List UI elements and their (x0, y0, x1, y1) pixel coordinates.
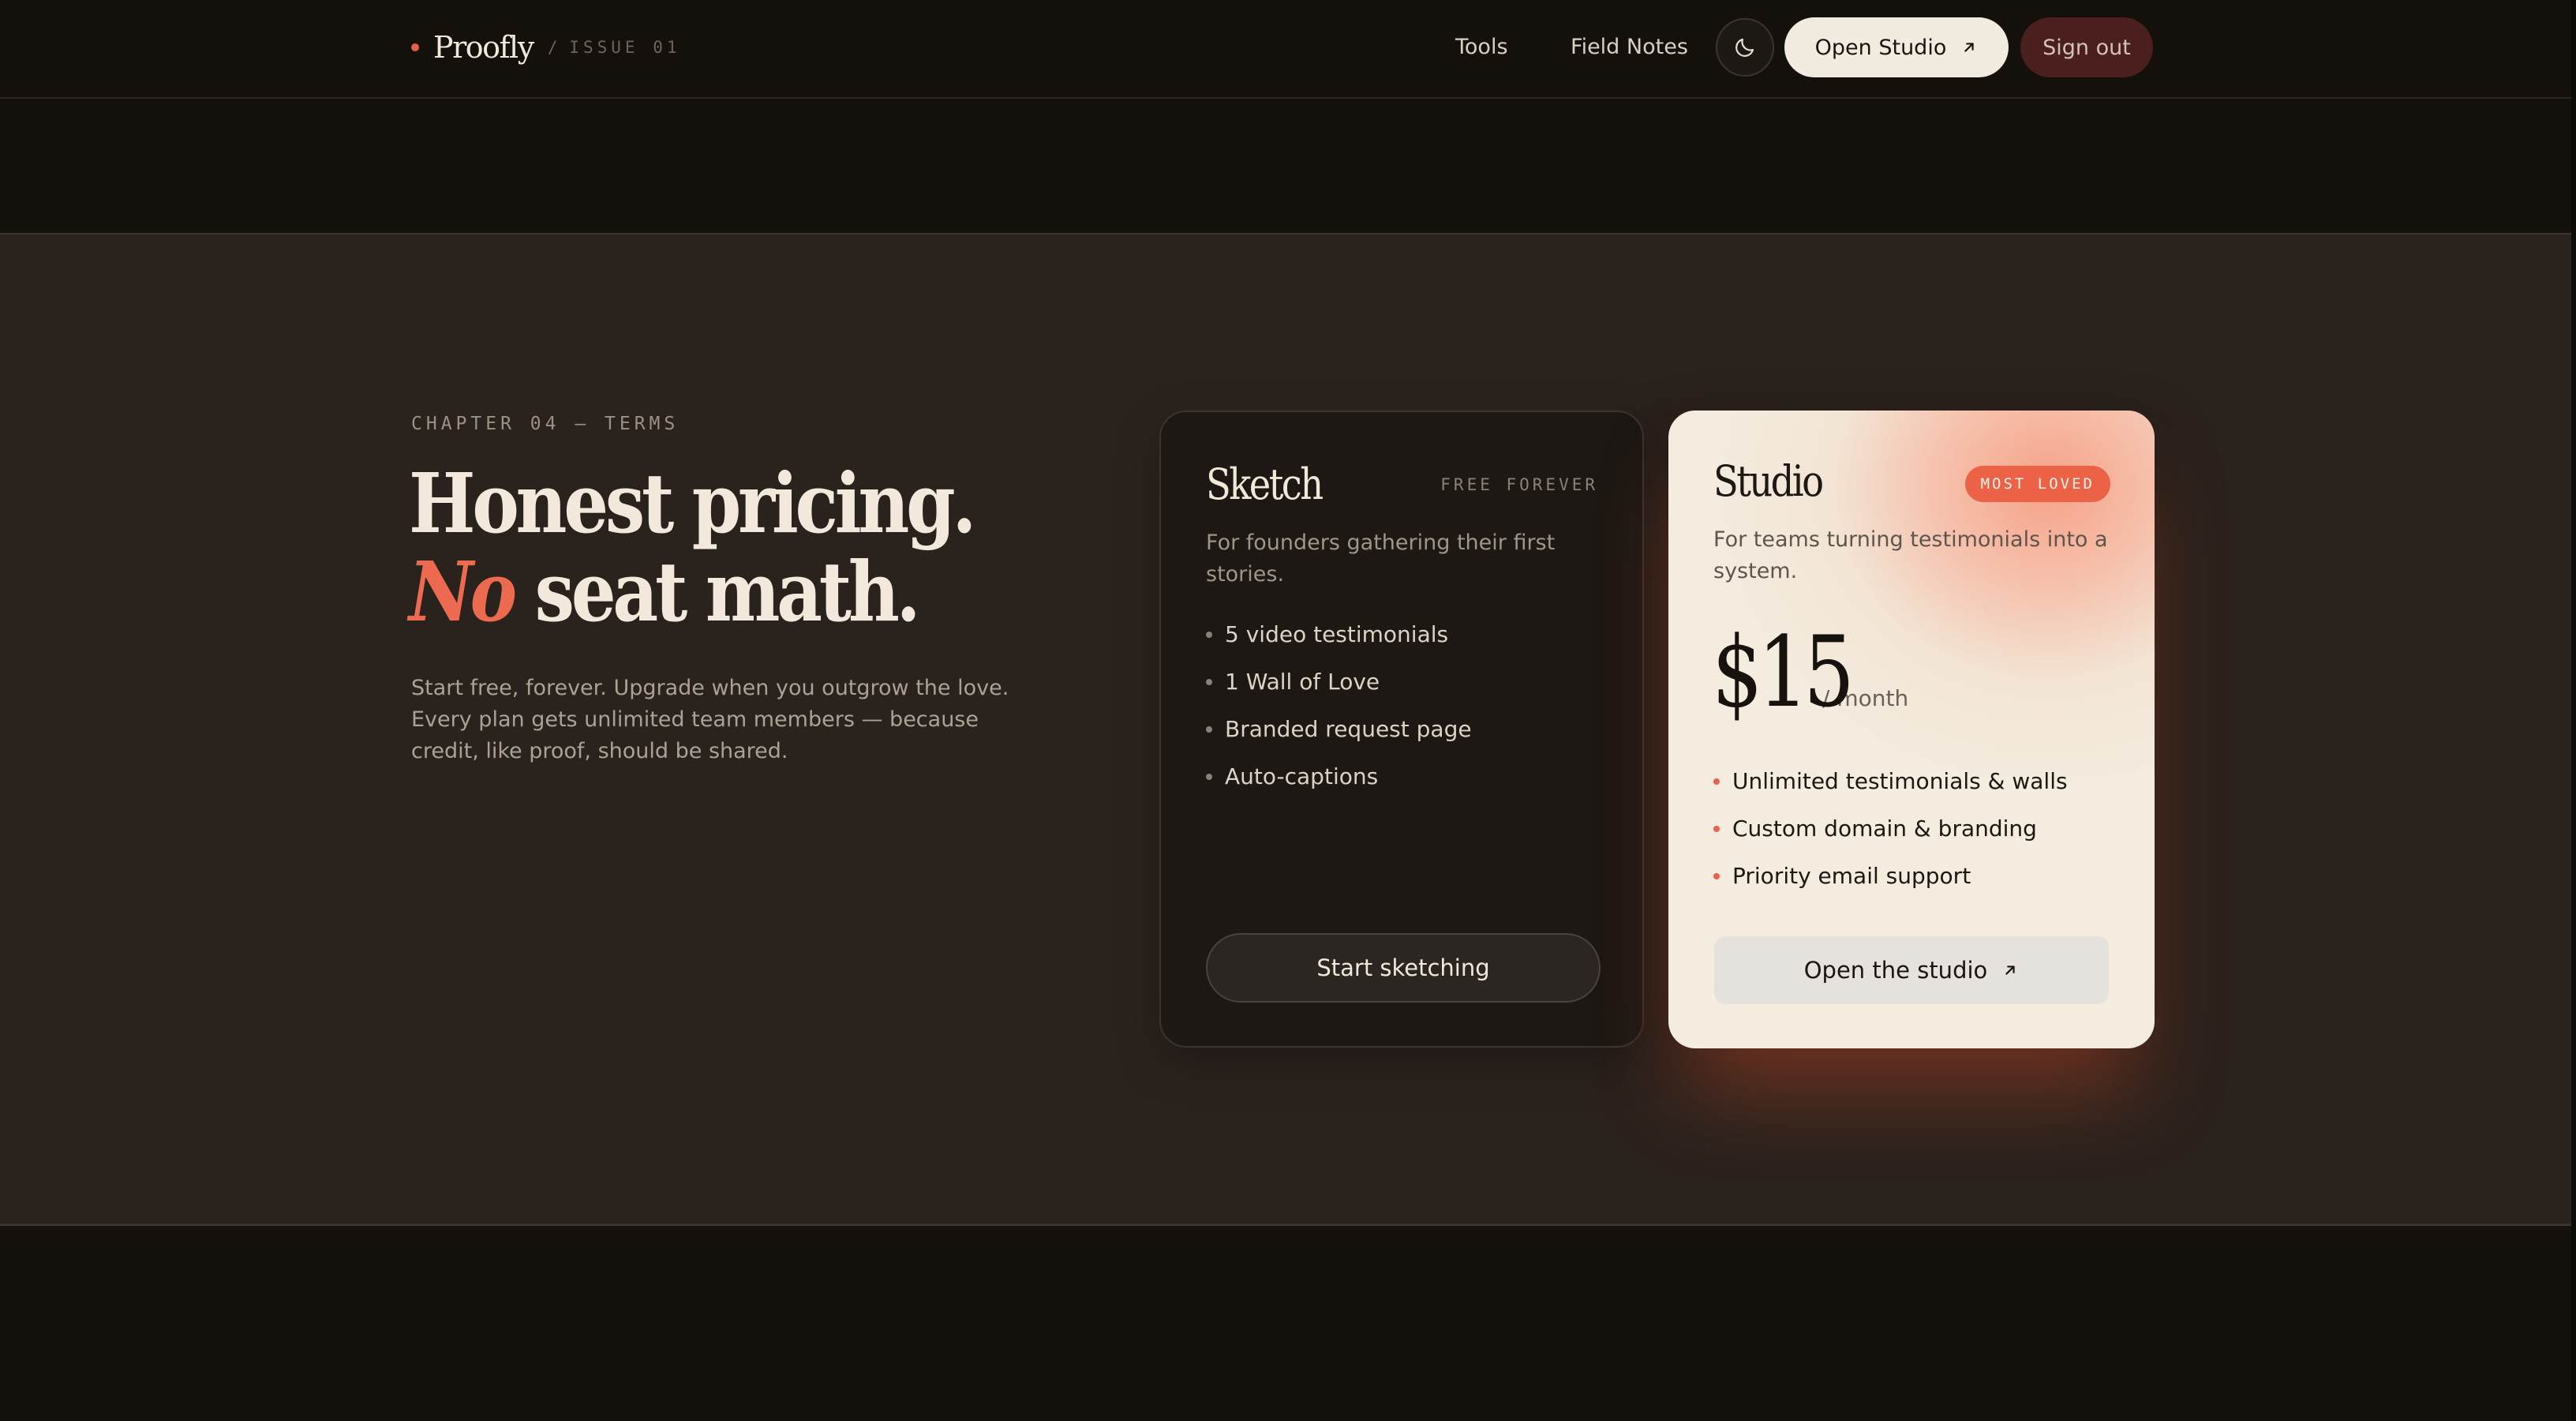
plan-card-studio: Studio MOST LOVED For teams turning test… (1668, 411, 2155, 1048)
plan-description: For teams turning testimonials into a sy… (1713, 527, 2108, 583)
start-sketching-button[interactable]: Start sketching (1206, 933, 1601, 1003)
arrow-up-right-icon (2005, 965, 2015, 975)
feature-label: 1 Wall of Love (1225, 669, 1380, 695)
pricing-lede: Start free, forever. Upgrade when you ou… (411, 676, 1009, 763)
moon-icon (1735, 38, 1754, 57)
brand-dot (411, 43, 419, 51)
feature-item: 5 video testimonials (1206, 611, 1472, 658)
sign-out-button[interactable]: Sign out (2020, 17, 2153, 77)
bullet-dot (1206, 679, 1212, 685)
top-navigation-bar: Proofly / ISSUE 01 Tools Field Notes Ope… (0, 0, 2576, 99)
plan-name: Sketch (1206, 459, 1324, 509)
feature-label: Priority email support (1732, 863, 1971, 889)
nav-link-tools[interactable]: Tools (1455, 32, 1508, 63)
window-edge (2571, 0, 2576, 1421)
feature-label: Unlimited testimonials & walls (1732, 768, 2068, 794)
feature-item: Priority email support (1713, 853, 2068, 900)
open-the-studio-label: Open the studio (1803, 957, 1988, 984)
plan-card-sketch: Sketch FREE FOREVER For founders gatheri… (1159, 411, 1644, 1048)
brand-separator: / (547, 38, 560, 57)
nav-link-field-notes[interactable]: Field Notes (1571, 32, 1688, 63)
bullet-dot (1713, 826, 1720, 832)
plan-feature-list: 5 video testimonials 1 Wall of Love Bran… (1206, 611, 1472, 800)
plan-price: $15 / month (1712, 617, 1908, 728)
bullet-dot (1206, 632, 1212, 638)
plan-name: Studio (1713, 456, 1824, 506)
plan-feature-list: Unlimited testimonials & walls Custom do… (1713, 758, 2068, 900)
theme-toggle-button[interactable] (1716, 18, 1774, 77)
feature-item: 1 Wall of Love (1206, 658, 1472, 706)
feature-label: Custom domain & branding (1732, 815, 2037, 842)
bullet-dot (1206, 774, 1212, 780)
spacer-band (0, 99, 2576, 233)
bullet-dot (1713, 873, 1720, 879)
headline-line-1: Honest pricing. (409, 455, 976, 552)
feature-item: Branded request page (1206, 706, 1472, 753)
footer-band (0, 1228, 2576, 1421)
feature-label: Branded request page (1225, 716, 1472, 742)
feature-label: Auto-captions (1225, 763, 1379, 789)
plan-description: For founders gathering their first stori… (1206, 531, 1556, 587)
feature-item: Auto-captions (1206, 753, 1472, 800)
plan-tag: FREE FOREVER (1440, 475, 1598, 494)
open-studio-button[interactable]: Open Studio (1784, 17, 2009, 77)
arrow-up-right-icon (1964, 43, 1975, 52)
bullet-dot (1713, 778, 1720, 785)
section-eyebrow: CHAPTER 04 — TERMS (411, 414, 680, 434)
price-amount: $15 (1712, 616, 1855, 729)
pricing-headline: Honest pricing. No seat math. (409, 459, 1020, 636)
open-studio-label: Open Studio (1814, 35, 1947, 60)
brand[interactable]: Proofly / ISSUE 01 (411, 25, 681, 69)
brand-name: Proofly (433, 30, 534, 65)
feature-item: Custom domain & branding (1713, 805, 2068, 853)
headline-emphasis: No (409, 543, 517, 640)
feature-item: Unlimited testimonials & walls (1713, 758, 2068, 805)
issue-label: ISSUE 01 (569, 38, 681, 57)
open-the-studio-button[interactable]: Open the studio (1714, 936, 2109, 1004)
bullet-dot (1206, 726, 1212, 733)
headline-line-2: seat math. (513, 543, 921, 640)
feature-label: 5 video testimonials (1225, 621, 1449, 647)
most-loved-badge: MOST LOVED (1964, 466, 2110, 502)
